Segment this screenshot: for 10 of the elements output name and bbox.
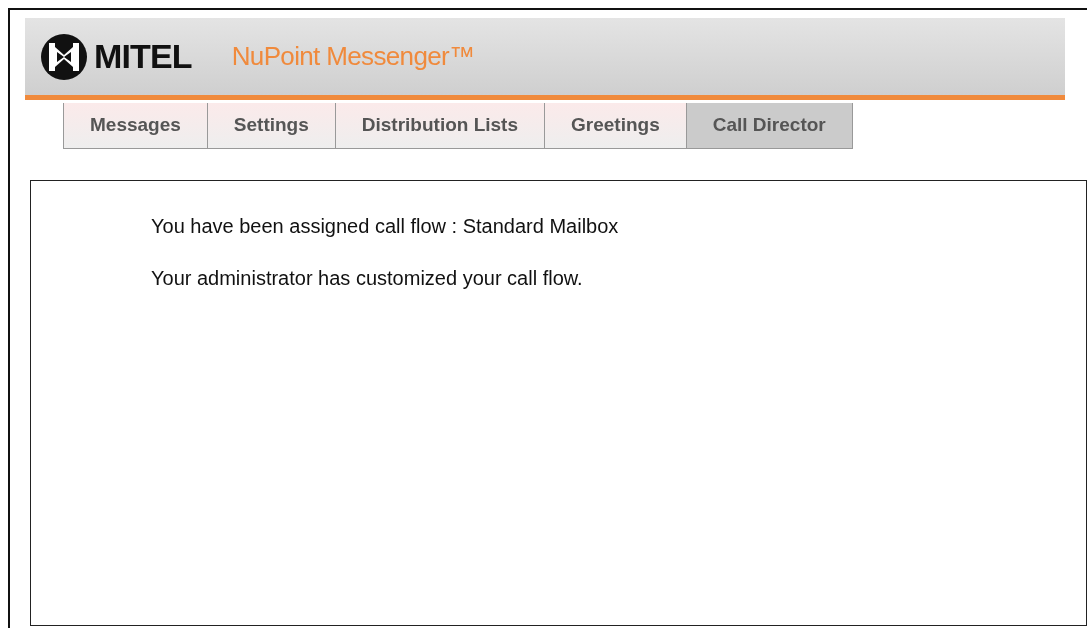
tab[interactable]: Greetings — [545, 103, 687, 149]
tab[interactable]: Call Director — [686, 103, 853, 149]
tab[interactable]: Messages — [63, 103, 208, 149]
logo-text: MITEL — [94, 36, 192, 77]
tab[interactable]: Distribution Lists — [335, 103, 546, 149]
tab[interactable]: Settings — [207, 103, 336, 149]
product-title: NuPoint Messenger™ — [231, 40, 475, 73]
message-text: You have been assigned call flow : Standard Mailbox — [151, 214, 620, 239]
message-text: Your administrator has customized your call flow. — [151, 266, 584, 291]
logo-icon — [40, 32, 88, 81]
